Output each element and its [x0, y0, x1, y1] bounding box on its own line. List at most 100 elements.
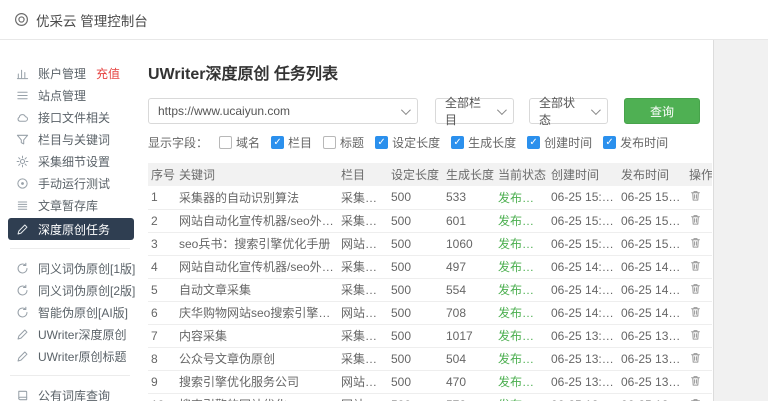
sidebar-item[interactable]: UWriter深度原创 — [0, 323, 140, 345]
delete-button[interactable] — [689, 189, 702, 202]
sidebar-item-label: 公有词库查询 — [38, 387, 110, 401]
status-text: 发布成功 — [495, 393, 548, 401]
cell-no: 9 — [148, 370, 176, 393]
table-row: 8公众号文章伪原创采集交流500504发布成功06-25 13:0006-25 … — [148, 347, 712, 370]
query-button[interactable]: 查询 — [624, 98, 700, 124]
cell-published: 06-25 13:01 — [618, 324, 686, 347]
table-row: 3seo兵书：搜索引擎优化手册网站更新5001060发布成功06-25 15:0… — [148, 232, 712, 255]
column-header: 序号 — [148, 163, 176, 186]
logo-icon — [14, 12, 29, 27]
status-text: 发布成功 — [495, 324, 548, 347]
sidebar-item-label: 同义词伪原创[1版] — [38, 260, 135, 277]
column-select[interactable]: 全部栏目 — [435, 98, 514, 124]
unchecked-checkbox-icon[interactable] — [219, 136, 232, 149]
table-header-row: 序号关键词栏目设定长度生成长度当前状态创建时间发布时间操作 — [148, 163, 712, 186]
delete-button[interactable] — [689, 282, 702, 295]
sidebar-item[interactable]: 智能伪原创[AI版] — [0, 301, 140, 323]
status-text: 发布成功 — [495, 209, 548, 232]
delete-button[interactable] — [689, 374, 702, 387]
cell-actions — [686, 209, 712, 232]
cell-keyword: 搜索引擎的网站优化 — [176, 393, 338, 401]
cell-created: 06-25 13:00 — [548, 324, 618, 347]
cell-set-length: 500 — [388, 347, 443, 370]
cell-set-length: 500 — [388, 301, 443, 324]
delete-button[interactable] — [689, 305, 702, 318]
sidebar-item[interactable]: 栏目与关键词 — [0, 128, 140, 150]
main-content: UWriter深度原创 任务列表 https://www.ucaiyun.com… — [140, 40, 712, 401]
cell-actions — [686, 301, 712, 324]
sidebar-item[interactable]: 同义词伪原创[1版] — [0, 257, 140, 279]
column-header: 关键词 — [176, 163, 338, 186]
field-checkbox[interactable]: 标题 — [323, 134, 364, 151]
filter-icon — [16, 133, 30, 146]
unchecked-checkbox-icon[interactable] — [323, 136, 336, 149]
cell-keyword: 采集器的自动识别算法 — [176, 186, 338, 209]
delete-button[interactable] — [689, 259, 702, 272]
sidebar-item[interactable]: 深度原创任务 — [8, 218, 134, 240]
cell-created: 06-25 15:00 — [548, 209, 618, 232]
checked-checkbox-icon[interactable]: ✓ — [271, 136, 284, 149]
cell-set-length: 500 — [388, 186, 443, 209]
site-select[interactable]: https://www.ucaiyun.com — [148, 98, 418, 124]
cell-actions — [686, 186, 712, 209]
cell-actions — [686, 278, 712, 301]
column-header: 创建时间 — [548, 163, 618, 186]
cell-keyword: 搜索引擎优化服务公司 — [176, 370, 338, 393]
cell-column: 采集交流 — [338, 347, 388, 370]
field-checkbox[interactable]: 域名 — [219, 134, 260, 151]
sidebar-item[interactable]: 文章暂存库 — [0, 194, 140, 216]
refresh-icon — [16, 284, 30, 297]
sidebar-item[interactable]: 采集细节设置 — [0, 150, 140, 172]
cell-published: 06-25 15:02 — [618, 186, 686, 209]
field-checkbox[interactable]: ✓ 栏目 — [271, 134, 312, 151]
list-icon — [16, 89, 30, 102]
sidebar-item[interactable]: 同义词伪原创[2版] — [0, 279, 140, 301]
recharge-badge[interactable]: 充值 — [96, 65, 120, 82]
sidebar-item-label: 同义词伪原创[2版] — [38, 282, 135, 299]
cell-column: 采集交流 — [338, 324, 388, 347]
cell-set-length: 500 — [388, 393, 443, 401]
cell-actions — [686, 347, 712, 370]
sidebar-item[interactable]: UWriter原创标题 — [0, 345, 140, 367]
cell-published: 06-25 14:05 — [618, 255, 686, 278]
cell-gen-length: 708 — [443, 301, 495, 324]
status-select[interactable]: 全部状态 — [529, 98, 608, 124]
field-checkbox[interactable]: ✓ 生成长度 — [451, 134, 516, 151]
field-checkbox-label: 生成长度 — [468, 134, 516, 151]
status-text: 发布成功 — [495, 370, 548, 393]
delete-button[interactable] — [689, 236, 702, 249]
cell-published: 06-25 14:04 — [618, 278, 686, 301]
checked-checkbox-icon[interactable]: ✓ — [603, 136, 616, 149]
delete-button[interactable] — [689, 351, 702, 364]
cell-no: 10 — [148, 393, 176, 401]
sidebar-item-label: 采集细节设置 — [38, 153, 110, 170]
field-checkbox[interactable]: ✓发布时间 — [603, 134, 668, 151]
delete-button[interactable] — [689, 328, 702, 341]
checked-checkbox-icon[interactable]: ✓ — [527, 136, 540, 149]
checked-checkbox-icon[interactable]: ✓ — [451, 136, 464, 149]
cell-created: 06-25 14:03 — [548, 278, 618, 301]
cell-column: 采集交流 — [338, 255, 388, 278]
sidebar-item[interactable]: 账户管理充值 — [0, 62, 140, 84]
cell-no: 2 — [148, 209, 176, 232]
cell-published: 06-25 13:01 — [618, 370, 686, 393]
display-fields-label: 显示字段： — [148, 134, 208, 151]
delete-button[interactable] — [689, 397, 702, 401]
field-checkbox[interactable]: ✓设定长度 — [375, 134, 440, 151]
cell-no: 8 — [148, 347, 176, 370]
field-checkbox[interactable]: ✓创建时间 — [527, 134, 592, 151]
cell-column: 网站更新 — [338, 370, 388, 393]
cell-created: 06-25 12:03 — [548, 393, 618, 401]
sidebar-item[interactable]: 公有词库查询 — [0, 384, 140, 401]
sidebar-item[interactable]: 手动运行测试 — [0, 172, 140, 194]
sidebar-item[interactable]: 接口文件相关 — [0, 106, 140, 128]
cell-gen-length: 572 — [443, 393, 495, 401]
sidebar-item[interactable]: 站点管理 — [0, 84, 140, 106]
sidebar-item-label: UWriter深度原创 — [38, 326, 126, 343]
chevron-down-icon — [497, 105, 507, 115]
checked-checkbox-icon[interactable]: ✓ — [375, 136, 388, 149]
field-checkbox-label: 栏目 — [288, 134, 312, 151]
chevron-down-icon — [591, 105, 601, 115]
cell-column: 采集交流 — [338, 186, 388, 209]
delete-button[interactable] — [689, 213, 702, 226]
